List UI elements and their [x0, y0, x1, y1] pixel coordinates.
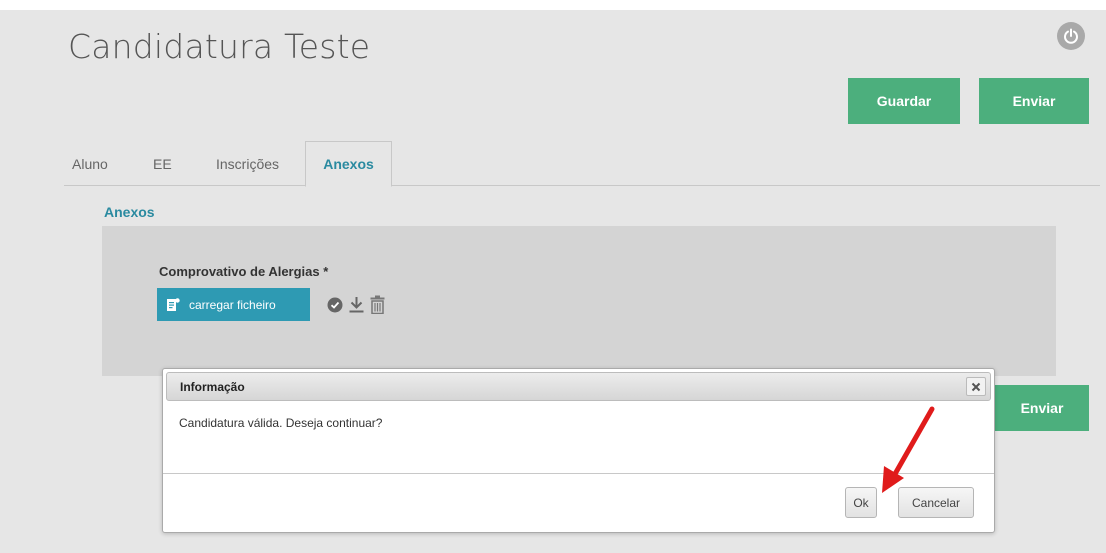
send-button[interactable]: Enviar [979, 78, 1089, 124]
tab-aluno[interactable]: Aluno [72, 141, 108, 186]
tab-inscricoes[interactable]: Inscrições [216, 141, 279, 186]
save-button[interactable]: Guardar [848, 78, 960, 124]
trash-icon[interactable] [370, 295, 385, 314]
info-dialog: Informação Candidatura válida. Deseja co… [162, 368, 995, 533]
cancel-button[interactable]: Cancelar [898, 487, 974, 518]
power-icon [1064, 28, 1078, 44]
file-actions [327, 295, 390, 314]
ok-button[interactable]: Ok [845, 487, 877, 518]
upload-label: carregar ficheiro [189, 297, 276, 312]
send-button-bottom[interactable]: Enviar [995, 385, 1089, 431]
upload-file-button[interactable]: carregar ficheiro [157, 288, 310, 321]
section-title: Anexos [104, 204, 155, 220]
tab-bar: Aluno EE Inscrições Anexos [64, 141, 1100, 187]
dialog-close-button[interactable] [966, 377, 986, 396]
dialog-header: Informação [166, 372, 991, 401]
tab-anexos[interactable]: Anexos [305, 141, 392, 187]
download-icon[interactable] [348, 296, 365, 313]
power-button[interactable] [1057, 22, 1085, 50]
tab-ee[interactable]: EE [153, 141, 172, 186]
dialog-divider [163, 473, 994, 474]
file-upload-icon [165, 297, 181, 313]
dialog-title: Informação [180, 380, 245, 394]
dialog-message: Candidatura válida. Deseja continuar? [179, 416, 383, 430]
check-circle-icon [327, 297, 343, 313]
page-title: Candidatura Teste [68, 27, 371, 66]
field-label: Comprovativo de Alergias * [159, 264, 329, 279]
close-icon [971, 382, 981, 391]
